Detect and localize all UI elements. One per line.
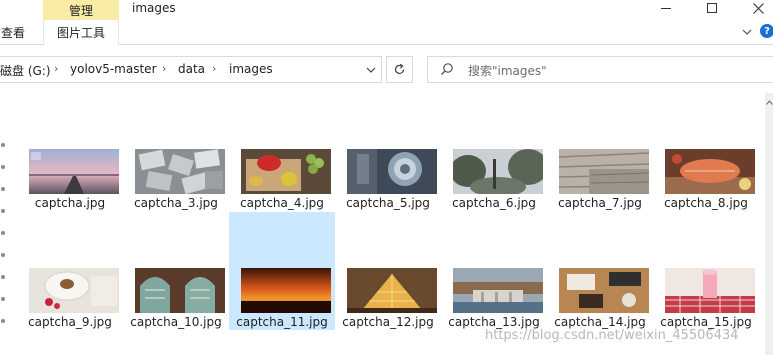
breadcrumb-separator[interactable]: › [162, 62, 166, 75]
file-name: captcha.jpg [34, 196, 106, 210]
file-name: captcha_3.jpg [134, 196, 218, 210]
file-item-captcha-3[interactable]: captcha_3.jpg [123, 93, 229, 211]
navigation-row: 磁盘 (G:) › yolov5-master › data › images … [0, 45, 773, 93]
help-icon[interactable]: ? [760, 24, 773, 38]
file-name: captcha_5.jpg [346, 196, 430, 210]
file-name: captcha_15.jpg [660, 315, 752, 329]
nav-pane-item[interactable] [1, 275, 5, 279]
nav-pane-item[interactable] [1, 253, 5, 257]
chevron-down-icon [742, 29, 752, 35]
search-placeholder: 搜索"images" [468, 64, 547, 78]
image-thumbnail-arches [135, 268, 225, 313]
image-thumbnail-dam [453, 268, 543, 313]
nav-pane-item[interactable] [1, 231, 5, 235]
file-item-captcha-15[interactable]: captcha_15.jpg [653, 212, 759, 330]
minimize-button[interactable] [643, 0, 689, 16]
file-name: captcha_10.jpg [130, 315, 222, 329]
watermark: https://blog.csdn.net/weixin_45506434 [485, 328, 739, 343]
image-thumbnail-fruit [241, 149, 331, 194]
maximize-button[interactable] [689, 0, 735, 16]
image-thumbnail-drink [665, 268, 755, 313]
file-item-captcha-13[interactable]: captcha_13.jpg [441, 212, 547, 330]
chevron-up-icon [765, 99, 773, 105]
file-name: captcha_11.jpg [236, 315, 328, 329]
file-name: captcha_9.jpg [28, 315, 112, 329]
file-item-captcha-11[interactable]: captcha_11.jpg [229, 212, 335, 330]
image-thumbnail-sunset [241, 268, 331, 313]
chevron-down-icon [366, 67, 376, 73]
image-thumbnail-street-art [347, 149, 437, 194]
minimize-icon [661, 7, 671, 9]
file-name: captcha_6.jpg [452, 196, 536, 210]
file-name: captcha_13.jpg [448, 315, 540, 329]
breadcrumb-separator[interactable]: › [212, 62, 216, 75]
breadcrumb-separator[interactable]: › [54, 62, 58, 75]
image-thumbnail-desk [559, 268, 649, 313]
ribbon-expand-button[interactable] [741, 26, 753, 38]
title-bar: 管理 images [0, 0, 773, 20]
refresh-button[interactable] [386, 56, 413, 83]
image-thumbnail-trees [453, 149, 543, 194]
nav-pane-item[interactable] [1, 297, 5, 301]
tab-manage[interactable]: 管理 [43, 0, 119, 20]
ribbon-tabs: 查看 图片工具 ? [0, 20, 773, 45]
nav-pane-item[interactable] [1, 209, 5, 213]
close-button[interactable] [735, 0, 773, 16]
search-input[interactable]: 搜索"images" [427, 56, 773, 83]
vertical-scrollbar[interactable] [765, 93, 773, 355]
window-title: images [132, 1, 176, 15]
image-thumbnail-pyramid [347, 268, 437, 313]
file-item-captcha-7[interactable]: captcha_7.jpg [547, 93, 653, 211]
scroll-up-button[interactable] [765, 97, 773, 107]
file-item-captcha-9[interactable]: captcha_9.jpg [17, 212, 123, 330]
file-item-captcha-4[interactable]: captcha_4.jpg [229, 93, 335, 211]
address-history-button[interactable] [359, 57, 382, 82]
image-thumbnail-salmon [665, 149, 755, 194]
file-view[interactable]: captcha.jpg captcha_3.jpg captcha_4.jpg … [0, 93, 773, 355]
file-item-captcha-5[interactable]: captcha_5.jpg [335, 93, 441, 211]
nav-pane-item[interactable] [1, 319, 5, 323]
file-item-captcha-14[interactable]: captcha_14.jpg [547, 212, 653, 330]
file-item-captcha[interactable]: captcha.jpg [17, 93, 123, 211]
file-item-captcha-10[interactable]: captcha_10.jpg [123, 212, 229, 330]
breadcrumb-images[interactable]: images [229, 62, 273, 76]
file-item-captcha-8[interactable]: captcha_8.jpg [653, 93, 759, 211]
close-icon [752, 2, 764, 14]
file-item-captcha-6[interactable]: captcha_6.jpg [441, 93, 547, 211]
image-thumbnail-road [29, 149, 119, 194]
navigation-pane-collapsed[interactable] [0, 93, 6, 355]
file-item-captcha-12[interactable]: captcha_12.jpg [335, 212, 441, 330]
refresh-icon [394, 63, 405, 75]
image-thumbnail-wood [559, 149, 649, 194]
nav-pane-item[interactable] [1, 165, 5, 169]
image-thumbnail-dessert [29, 268, 119, 313]
nav-pane-item[interactable] [1, 187, 5, 191]
file-name: captcha_12.jpg [342, 315, 434, 329]
address-bar[interactable]: 磁盘 (G:) › yolov5-master › data › images [0, 56, 382, 83]
breadcrumb-yolov5-master[interactable]: yolov5-master [70, 62, 157, 76]
breadcrumb-data[interactable]: data [178, 62, 205, 76]
image-thumbnail-pills [135, 149, 225, 194]
file-name: captcha_7.jpg [558, 196, 642, 210]
file-name: captcha_14.jpg [554, 315, 646, 329]
nav-pane-item[interactable] [1, 143, 5, 147]
tab-picture-tools[interactable]: 图片工具 [43, 20, 119, 45]
file-name: captcha_4.jpg [240, 196, 324, 210]
tab-view[interactable]: 查看 [0, 20, 36, 45]
search-icon [441, 63, 453, 75]
breadcrumb-drive[interactable]: 磁盘 (G:) [0, 62, 51, 79]
file-name: captcha_8.jpg [664, 196, 748, 210]
maximize-icon [707, 3, 717, 13]
